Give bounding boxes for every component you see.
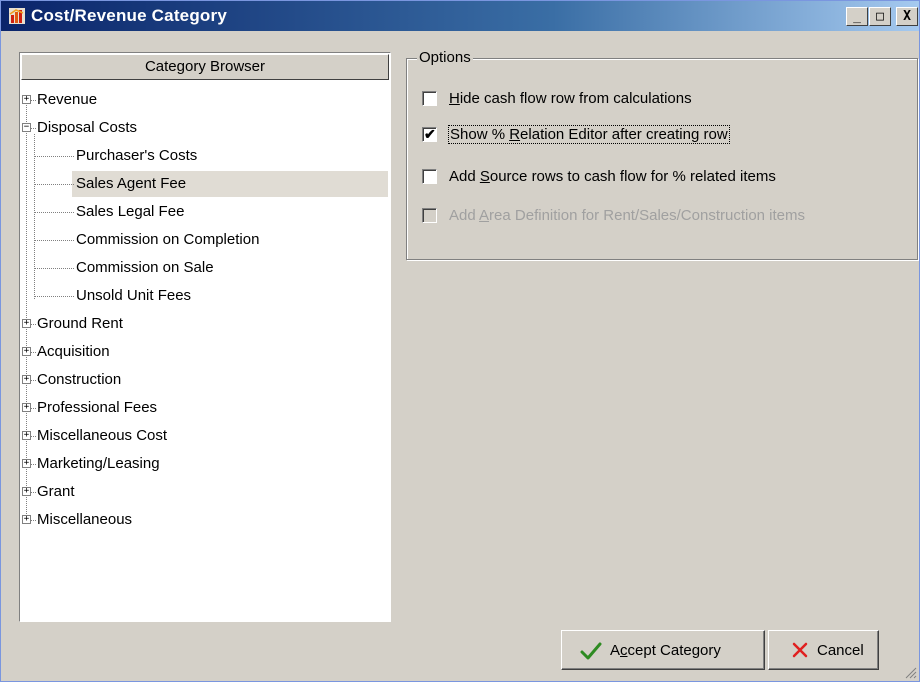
collapse-minus-icon[interactable]: −: [22, 123, 31, 132]
tree-item-sales-agent-fee[interactable]: Sales Agent Fee: [72, 171, 388, 197]
category-tree[interactable]: Category Browser + Revenue − Disposal Co…: [19, 52, 391, 622]
tree-branch-line: [31, 128, 36, 129]
tree-item-label: Miscellaneous: [37, 511, 133, 528]
expand-plus-icon[interactable]: +: [22, 319, 31, 328]
tree-item-label: Revenue: [37, 91, 98, 108]
tree-item-commission-on-sale[interactable]: Commission on Sale: [20, 255, 388, 281]
expand-plus-icon[interactable]: +: [22, 347, 31, 356]
show-relation-editor-checkbox[interactable]: ✔: [422, 127, 437, 142]
tree-branch-line: [31, 380, 36, 381]
tree-branch-line: [31, 520, 36, 521]
tree-branch-line: [31, 464, 36, 465]
tree-item-label: Sales Agent Fee: [76, 175, 187, 192]
expand-plus-icon[interactable]: +: [22, 403, 31, 412]
tree-item-commission-on-completion[interactable]: Commission on Completion: [20, 227, 388, 253]
tree-item-revenue[interactable]: + Revenue: [20, 87, 388, 113]
tree-branch-line: [34, 156, 74, 157]
expand-plus-icon[interactable]: +: [22, 375, 31, 384]
x-icon: [792, 642, 808, 658]
resize-grip-icon[interactable]: [903, 665, 917, 679]
check-icon: [580, 642, 602, 660]
tree-item-label: Miscellaneous Cost: [37, 427, 168, 444]
app-icon: [9, 8, 25, 24]
tree-item-construction[interactable]: + Construction: [20, 367, 388, 393]
tree-item-label: Acquisition: [37, 343, 110, 360]
close-icon: X: [903, 9, 911, 24]
tree-item-label: Construction: [37, 371, 122, 388]
tree-item-label: Grant: [37, 483, 75, 500]
tree-item-label: Marketing/Leasing: [37, 455, 160, 472]
tree-branch-line: [34, 240, 74, 241]
options-group: [406, 58, 918, 260]
tree-branch-line: [31, 100, 36, 101]
add-area-definition-checkbox: [422, 208, 437, 223]
tree-item-label: Unsold Unit Fees: [76, 287, 192, 304]
tree-branch-line: [31, 352, 36, 353]
expand-plus-icon[interactable]: +: [22, 515, 31, 524]
tree-item-sales-legal-fee[interactable]: Sales Legal Fee: [20, 199, 388, 225]
tree-item-label: Sales Legal Fee: [76, 203, 185, 220]
tree-item-acquisition[interactable]: + Acquisition: [20, 339, 388, 365]
tree-branch-line: [31, 408, 36, 409]
cancel-button[interactable]: Cancel: [768, 630, 879, 670]
tree-branch-line: [31, 436, 36, 437]
expand-plus-icon[interactable]: +: [22, 95, 31, 104]
tree-item-miscellaneous[interactable]: + Miscellaneous: [20, 507, 388, 533]
expand-plus-icon[interactable]: +: [22, 431, 31, 440]
category-browser-header[interactable]: Category Browser: [21, 54, 389, 80]
checkmark-icon: ✔: [424, 126, 436, 142]
add-source-rows-label[interactable]: Add Source rows to cash flow for % relat…: [449, 168, 776, 185]
maximize-icon: □: [876, 9, 884, 24]
title-bar[interactable]: Cost/Revenue Category _ □ X: [1, 1, 919, 31]
cancel-label: Cancel: [817, 642, 864, 659]
expand-plus-icon[interactable]: +: [22, 487, 31, 496]
tree-branch-line: [34, 268, 74, 269]
tree-item-label: Purchaser's Costs: [76, 147, 198, 164]
tree-branch-line: [34, 212, 74, 213]
tree-branch-line: [34, 184, 74, 185]
tree-item-purchasers-costs[interactable]: Purchaser's Costs: [20, 143, 388, 169]
tree-item-professional-fees[interactable]: + Professional Fees: [20, 395, 388, 421]
tree-item-miscellaneous-cost[interactable]: + Miscellaneous Cost: [20, 423, 388, 449]
expand-plus-icon[interactable]: +: [22, 459, 31, 468]
dialog-window: Cost/Revenue Category _ □ X Category Bro…: [0, 0, 920, 682]
hide-cash-flow-checkbox[interactable]: [422, 91, 437, 106]
tree-branch-line: [34, 296, 74, 297]
options-legend: Options: [417, 49, 473, 66]
tree-item-label: Professional Fees: [37, 399, 158, 416]
window-title: Cost/Revenue Category: [31, 6, 227, 25]
tree-item-label: Commission on Completion: [76, 231, 260, 248]
hide-cash-flow-label[interactable]: Hide cash flow row from calculations: [449, 90, 692, 107]
tree-item-grant[interactable]: + Grant: [20, 479, 388, 505]
show-relation-editor-label[interactable]: Show % Relation Editor after creating ro…: [448, 125, 730, 144]
accept-category-label: Accept Category: [610, 642, 721, 659]
maximize-button[interactable]: □: [869, 7, 891, 26]
tree-item-ground-rent[interactable]: + Ground Rent: [20, 311, 388, 337]
tree-branch-line: [31, 324, 36, 325]
minimize-button[interactable]: _: [846, 7, 868, 26]
accept-category-button[interactable]: Accept Category: [561, 630, 765, 670]
add-area-definition-label: Add Area Definition for Rent/Sales/Const…: [449, 207, 806, 224]
tree-item-label: Ground Rent: [37, 315, 123, 332]
add-source-rows-checkbox[interactable]: [422, 169, 437, 184]
close-button[interactable]: X: [896, 7, 918, 26]
tree-item-disposal-costs[interactable]: − Disposal Costs: [20, 115, 388, 141]
tree-item-unsold-unit-fees[interactable]: Unsold Unit Fees: [20, 283, 388, 309]
tree-item-label: Disposal Costs: [37, 119, 138, 136]
tree-item-marketing-leasing[interactable]: + Marketing/Leasing: [20, 451, 388, 477]
tree-branch-line: [31, 492, 36, 493]
tree-item-label: Commission on Sale: [76, 259, 214, 276]
minimize-icon: _: [853, 9, 861, 24]
